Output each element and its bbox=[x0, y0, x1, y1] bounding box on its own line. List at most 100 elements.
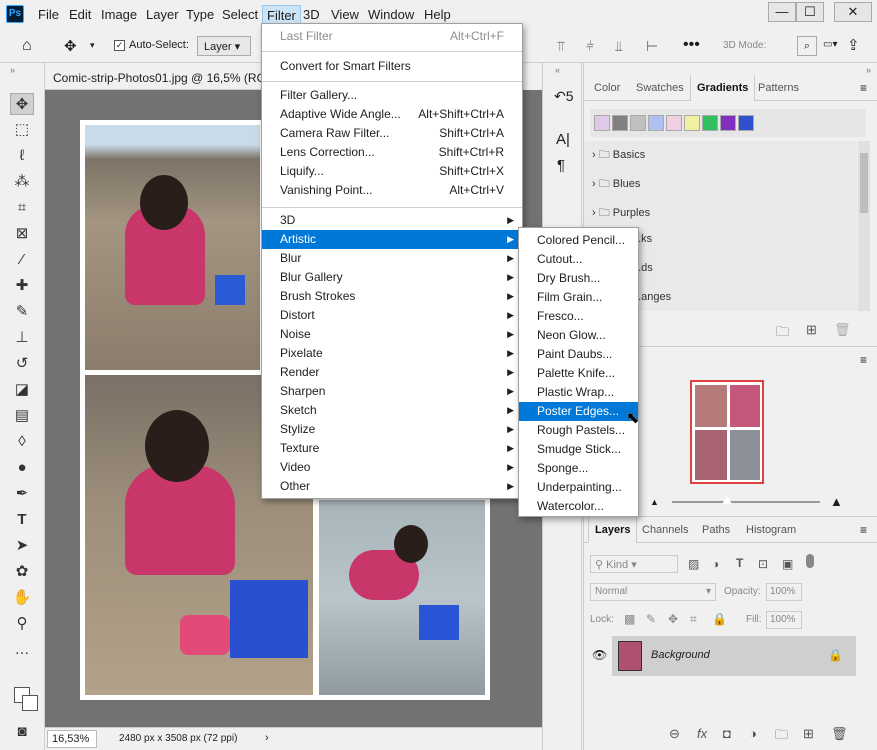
more-options-icon[interactable]: ••• bbox=[683, 36, 700, 54]
menu-item-submenu-noise[interactable]: Noise ▶ bbox=[262, 325, 522, 344]
menu-item-artistic-1[interactable]: Cutout... bbox=[519, 250, 638, 269]
folder-blues[interactable]: › 🗀 Blues bbox=[592, 175, 640, 194]
paragraph-panel-icon[interactable]: ¶ bbox=[557, 157, 565, 174]
gradient-preset-swatch[interactable] bbox=[738, 115, 754, 131]
type-filter-icon[interactable]: T bbox=[736, 556, 743, 570]
marquee-tool-icon[interactable]: ⬚ bbox=[10, 119, 34, 141]
tab-layers[interactable]: Layers bbox=[588, 517, 638, 543]
align-bottom-icon[interactable]: ⫫ bbox=[615, 38, 623, 55]
pixel-filter-icon[interactable]: ▨ bbox=[688, 557, 699, 571]
collapse-icon[interactable]: « bbox=[555, 65, 560, 75]
document-tab[interactable]: Comic-strip-Photos01.jpg @ 16,5% (RGB/8) bbox=[45, 63, 263, 90]
history-brush-icon[interactable]: ↺ bbox=[10, 353, 34, 375]
tab-swatches[interactable]: Swatches bbox=[630, 75, 690, 101]
type-tool-icon[interactable]: T bbox=[10, 509, 34, 531]
align-left-icon[interactable]: ⊢ bbox=[646, 38, 658, 55]
crop-tool-icon[interactable]: ⌗ bbox=[10, 197, 34, 219]
auto-select-checkbox[interactable]: ✓ bbox=[114, 40, 125, 51]
menu-item-artistic-6[interactable]: Paint Daubs... bbox=[519, 345, 638, 364]
eye-icon[interactable]: 👁 bbox=[592, 648, 607, 662]
menu-item-artistic-3[interactable]: Film Grain... bbox=[519, 288, 638, 307]
lock-transparent-icon[interactable]: ▩ bbox=[624, 612, 635, 626]
share-icon[interactable]: ⇪ bbox=[847, 36, 860, 54]
layer-mask-icon[interactable]: ◘ bbox=[723, 726, 731, 741]
delete-icon[interactable]: 🗑 bbox=[834, 322, 851, 338]
frame-tool-icon[interactable]: ⊠ bbox=[10, 223, 34, 245]
menu-item-submenu-sketch[interactable]: Sketch ▶ bbox=[262, 401, 522, 420]
zoom-tool-icon[interactable]: ⚲ bbox=[10, 613, 34, 635]
menu-item-artistic-12[interactable]: Sponge... bbox=[519, 459, 638, 478]
menu-item-artistic-0[interactable]: Colored Pencil... bbox=[519, 231, 638, 250]
new-group-icon[interactable]: 🗀 bbox=[775, 726, 788, 748]
zoom-level[interactable]: 16,53% bbox=[47, 730, 97, 748]
link-layers-icon[interactable]: ⊖ bbox=[669, 726, 680, 742]
menu-image[interactable]: Image bbox=[101, 7, 137, 22]
menu-item-submenu-pixelate[interactable]: Pixelate ▶ bbox=[262, 344, 522, 363]
menu-type[interactable]: Type bbox=[186, 7, 214, 22]
menu-3d[interactable]: 3D bbox=[303, 7, 320, 22]
adjustment-filter-icon[interactable]: ◑ bbox=[712, 557, 719, 571]
scrollbar-thumb[interactable] bbox=[860, 153, 868, 213]
gradient-preset-swatch[interactable] bbox=[720, 115, 736, 131]
stamp-tool-icon[interactable]: ⊥ bbox=[10, 327, 34, 349]
menu-item-submenu-other[interactable]: Other ▶ bbox=[262, 477, 522, 496]
new-folder-icon[interactable]: 🗀 bbox=[776, 323, 789, 345]
gradient-preset-swatch[interactable] bbox=[648, 115, 664, 131]
tab-paths[interactable]: Paths bbox=[696, 517, 736, 543]
eyedropper-icon[interactable]: ⁄ bbox=[10, 249, 34, 271]
gradient-preset-swatch[interactable] bbox=[594, 115, 610, 131]
auto-select-dropdown[interactable]: Layer ▾ bbox=[197, 36, 251, 56]
search-icon[interactable]: ⌕ bbox=[797, 36, 817, 56]
pen-tool-icon[interactable]: ✒ bbox=[10, 483, 34, 505]
menu-file[interactable]: File bbox=[38, 7, 59, 22]
hand-tool-icon[interactable]: ✋ bbox=[10, 587, 34, 609]
lock-all-icon[interactable]: 🔒 bbox=[712, 612, 727, 626]
shape-filter-icon[interactable]: ⊡ bbox=[758, 557, 768, 571]
menu-item-submenu-distort[interactable]: Distort ▶ bbox=[262, 306, 522, 325]
menu-item-submenu-texture[interactable]: Texture ▶ bbox=[262, 439, 522, 458]
gradient-preset-swatch[interactable] bbox=[702, 115, 718, 131]
menu-item-artistic-14[interactable]: Watercolor... bbox=[519, 497, 638, 516]
navigator-thumbnail[interactable] bbox=[690, 380, 764, 484]
home-icon[interactable]: ⌂ bbox=[22, 37, 32, 55]
tab-gradients[interactable]: Gradients bbox=[690, 75, 756, 101]
smart-object-filter-icon[interactable]: ▣ bbox=[782, 557, 793, 571]
lock-image-icon[interactable]: ✎ bbox=[646, 612, 656, 626]
lock-position-icon[interactable]: ✥ bbox=[668, 612, 678, 626]
folder-purples[interactable]: › 🗀 Purples bbox=[592, 204, 650, 223]
filter-toggle-icon[interactable] bbox=[806, 554, 814, 568]
menu-item-artistic-2[interactable]: Dry Brush... bbox=[519, 269, 638, 288]
tab-histogram[interactable]: Histogram bbox=[740, 517, 802, 543]
quick-mask-icon[interactable]: ◙ bbox=[10, 721, 34, 743]
menu-item-submenu-brush-strokes[interactable]: Brush Strokes ▶ bbox=[262, 287, 522, 306]
menu-item-submenu-artistic[interactable]: Artistic ▶ bbox=[262, 230, 522, 249]
gradients-scrollbar[interactable] bbox=[858, 141, 870, 311]
fill-field[interactable]: 100% bbox=[766, 611, 802, 629]
new-gradient-icon[interactable]: ⊞ bbox=[806, 322, 817, 338]
menu-item-submenu-blur-gallery[interactable]: Blur Gallery ▶ bbox=[262, 268, 522, 287]
opacity-field[interactable]: 100% bbox=[766, 583, 802, 601]
layer-row-background[interactable]: Background 🔒 bbox=[612, 636, 856, 676]
blend-mode-dropdown[interactable]: Normal ▾ bbox=[590, 583, 716, 601]
menu-item-artistic-5[interactable]: Neon Glow... bbox=[519, 326, 638, 345]
panel-menu-icon[interactable]: ≡ bbox=[860, 353, 867, 367]
menu-item-artistic-11[interactable]: Smudge Stick... bbox=[519, 440, 638, 459]
eraser-icon[interactable]: ◪ bbox=[10, 379, 34, 401]
panel-menu-icon[interactable]: ≡ bbox=[860, 523, 867, 537]
menu-item-submenu-3d[interactable]: 3D ▶ bbox=[262, 211, 522, 230]
menu-layer[interactable]: Layer bbox=[146, 7, 179, 22]
gradient-preset-swatch[interactable] bbox=[612, 115, 628, 131]
move-tool-icon[interactable]: ✥ bbox=[64, 37, 77, 55]
menu-item-artistic-8[interactable]: Plastic Wrap... bbox=[519, 383, 638, 402]
tab-patterns[interactable]: Patterns bbox=[752, 75, 805, 101]
menu-item-artistic-4[interactable]: Fresco... bbox=[519, 307, 638, 326]
magic-wand-icon[interactable]: ⁂ bbox=[10, 171, 34, 193]
move-tool-icon[interactable]: ✥ bbox=[10, 93, 34, 115]
menu-select[interactable]: Select bbox=[222, 7, 258, 22]
healing-brush-icon[interactable]: ✚ bbox=[10, 275, 34, 297]
zoom-slider[interactable] bbox=[672, 496, 820, 504]
zoom-slider-handle[interactable] bbox=[722, 496, 732, 504]
menu-item-filter-3[interactable]: Lens Correction... Shift+Ctrl+R bbox=[262, 143, 522, 162]
menu-window[interactable]: Window bbox=[368, 7, 414, 22]
menu-item-artistic-7[interactable]: Palette Knife... bbox=[519, 364, 638, 383]
